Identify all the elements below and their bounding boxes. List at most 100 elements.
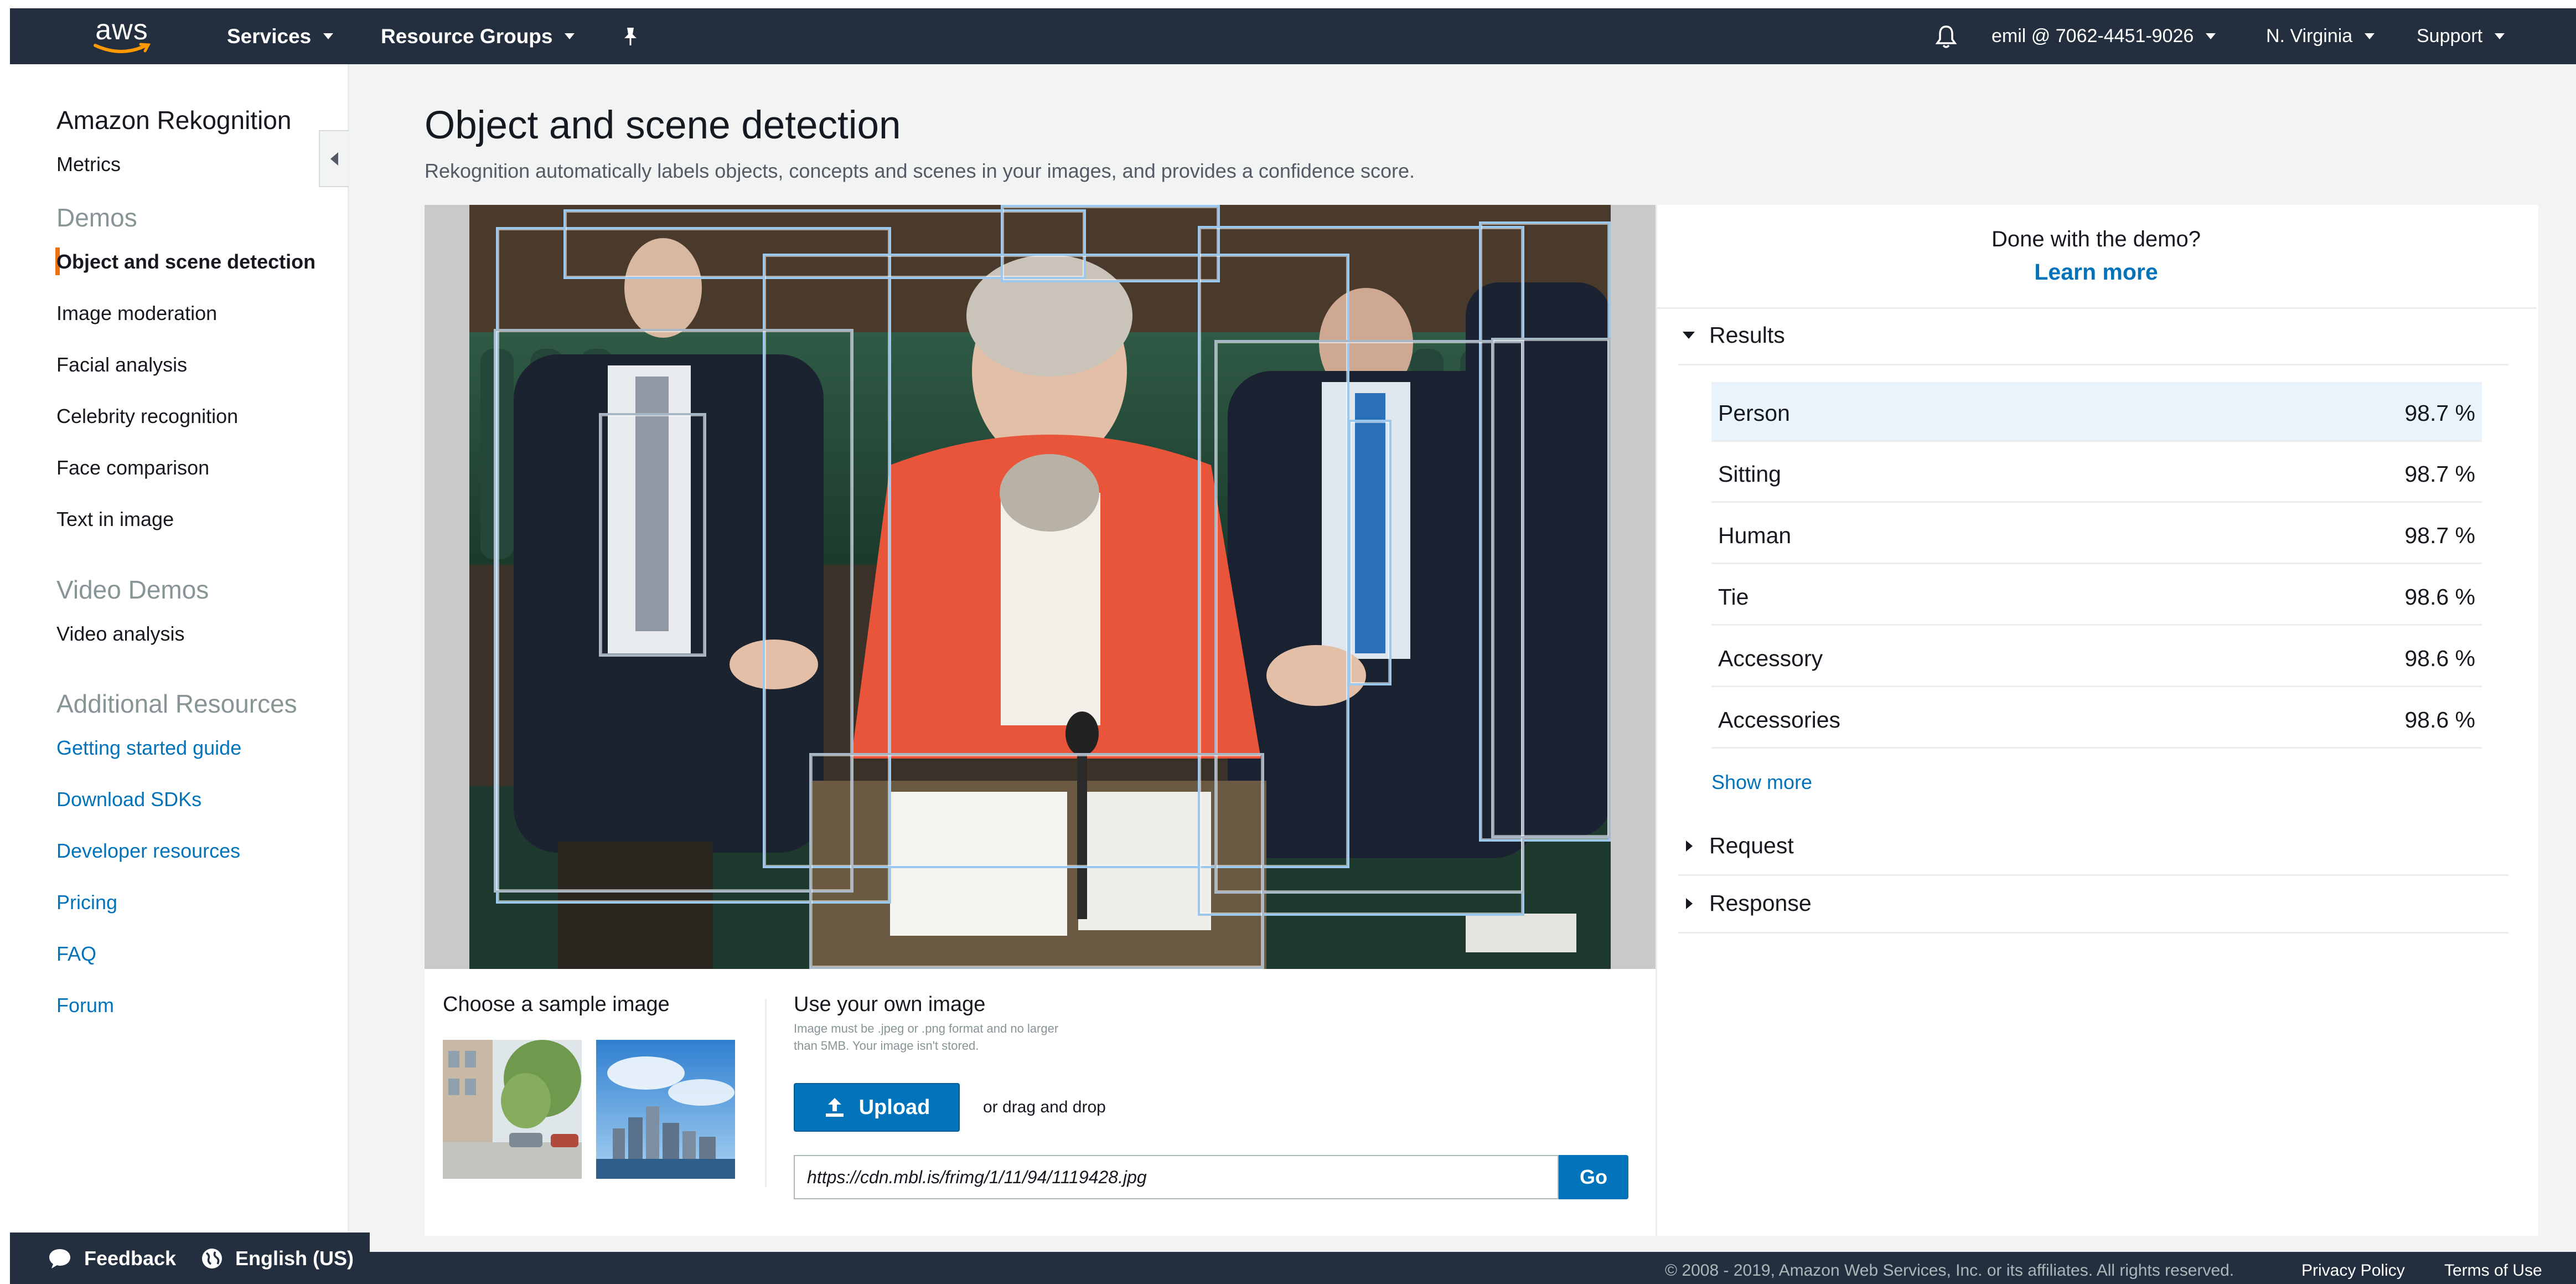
caret-down-icon [1683, 332, 1695, 339]
learn-more-link[interactable]: Learn more [1656, 259, 2537, 285]
bell-icon[interactable] [1935, 8, 1957, 64]
go-button[interactable]: Go [1559, 1155, 1628, 1199]
sidebar-link-faq[interactable]: FAQ [56, 942, 96, 966]
chevron-down-icon [323, 33, 334, 39]
own-image-label: Use your own image [794, 993, 986, 1016]
response-section-toggle[interactable]: Response [1686, 890, 1812, 916]
language-selector[interactable]: English (US) [201, 1233, 354, 1284]
panel-divider [765, 999, 767, 1187]
sample-image-street[interactable] [443, 1040, 582, 1179]
upload-icon [825, 1098, 844, 1117]
support-menu[interactable]: Support [2417, 8, 2505, 64]
sidebar-item-face-comparison[interactable]: Face comparison [56, 456, 209, 479]
result-confidence: 98.7 % [2404, 400, 2475, 426]
result-label: Human [1718, 523, 1792, 548]
chevron-down-icon [2495, 33, 2505, 39]
detection-box-furniture [809, 753, 1264, 969]
chevron-left-icon [330, 152, 338, 166]
footer-bar [370, 1252, 2576, 1284]
analyzed-photo [469, 205, 1611, 969]
sidebar-section-demos: Demos [56, 203, 137, 232]
request-section-toggle[interactable]: Request [1686, 833, 1794, 859]
detection-box-sitting [1491, 338, 1611, 838]
result-label: Sitting [1718, 461, 1781, 487]
results-section-toggle[interactable]: Results [1683, 322, 1785, 348]
divider [1678, 932, 2508, 934]
result-confidence: 98.7 % [2404, 461, 2475, 487]
feedback-bar: Feedback English (US) [10, 1233, 370, 1284]
language-label: English (US) [235, 1246, 354, 1270]
sidebar-item-video-analysis[interactable]: Video analysis [56, 622, 185, 646]
image-url-input[interactable]: https://cdn.mbl.is/frimg/1/11/94/1119428… [794, 1155, 1559, 1199]
sidebar-link-download-sdks[interactable]: Download SDKs [56, 788, 201, 811]
copyright-text: © 2008 - 2019, Amazon Web Services, Inc.… [1665, 1261, 2234, 1280]
collapse-sidebar-button[interactable] [319, 130, 349, 187]
sidebar-item-image-moderation[interactable]: Image moderation [56, 302, 217, 325]
sample-street-picture [443, 1040, 582, 1179]
sidebar-link-getting-started[interactable]: Getting started guide [56, 736, 241, 760]
show-more-link[interactable]: Show more [1711, 771, 1812, 794]
sample-image-label: Choose a sample image [443, 993, 670, 1016]
result-confidence: 98.7 % [2404, 523, 2475, 548]
region-menu-label: N. Virginia [2266, 25, 2353, 47]
upload-button-label: Upload [858, 1095, 930, 1119]
chevron-down-icon [2206, 33, 2216, 39]
drag-drop-text: or drag and drop [983, 1098, 1106, 1116]
detection-box-tie [1348, 420, 1392, 685]
feedback-label: Feedback [84, 1246, 177, 1270]
region-menu[interactable]: N. Virginia [2266, 8, 2375, 64]
aws-logo-text: aws [95, 13, 148, 46]
feedback-button[interactable]: Feedback [48, 1233, 176, 1284]
response-heading: Response [1709, 890, 1812, 916]
sidebar-item-metrics[interactable]: Metrics [56, 153, 121, 176]
resource-groups-menu[interactable]: Resource Groups [381, 8, 575, 64]
page-description: Rekognition automatically labels objects… [425, 159, 1415, 182]
sidebar-link-developer-resources[interactable]: Developer resources [56, 839, 240, 863]
chevron-down-icon [565, 33, 575, 39]
terms-of-use-link[interactable]: Terms of Use [2444, 1261, 2542, 1280]
result-label: Person [1718, 400, 1790, 426]
sample-image-skyline[interactable] [596, 1040, 735, 1179]
result-row-accessories[interactable]: Accessories 98.6 % [1711, 689, 2482, 749]
sidebar-link-forum[interactable]: Forum [56, 994, 114, 1017]
divider [1678, 874, 2508, 876]
sidebar-item-object-scene-detection[interactable]: Object and scene detection [56, 250, 315, 274]
result-row-accessory[interactable]: Accessory 98.6 % [1711, 627, 2482, 687]
sidebar-item-text-in-image[interactable]: Text in image [56, 508, 174, 531]
account-menu[interactable]: emil @ 7062-4451-9026 [1992, 8, 2216, 64]
services-menu-label: Services [227, 24, 312, 48]
resource-groups-menu-label: Resource Groups [381, 24, 553, 48]
result-row-human[interactable]: Human 98.7 % [1711, 504, 2482, 564]
results-heading: Results [1709, 322, 1785, 348]
divider [1657, 307, 2537, 309]
sidebar-section-video-demos: Video Demos [56, 575, 209, 604]
aws-logo[interactable]: aws [93, 8, 151, 64]
divider [1678, 364, 2508, 365]
sidebar-item-facial-analysis[interactable]: Facial analysis [56, 353, 187, 377]
result-row-tie[interactable]: Tie 98.6 % [1711, 566, 2482, 626]
services-menu[interactable]: Services [227, 8, 334, 64]
caret-right-icon [1686, 840, 1693, 852]
sidebar-item-celebrity-recognition[interactable]: Celebrity recognition [56, 405, 238, 428]
aws-smile-icon [94, 43, 151, 53]
sidebar-title[interactable]: Amazon Rekognition [56, 105, 291, 135]
result-label: Tie [1718, 584, 1749, 610]
pin-icon[interactable] [621, 8, 640, 64]
upload-button[interactable]: Upload [794, 1083, 960, 1132]
detection-box-tie [599, 413, 706, 657]
result-label: Accessories [1718, 707, 1841, 733]
caret-right-icon [1686, 898, 1693, 909]
support-menu-label: Support [2417, 25, 2483, 47]
own-image-hint: Image must be .jpeg or .png format and n… [794, 1022, 1059, 1053]
result-confidence: 98.6 % [2404, 584, 2475, 610]
done-with-demo-text: Done with the demo? [1991, 227, 2201, 251]
sidebar-link-pricing[interactable]: Pricing [56, 891, 117, 914]
page-title: Object and scene detection [425, 104, 901, 147]
sample-skyline-picture [596, 1040, 735, 1179]
privacy-policy-link[interactable]: Privacy Policy [2301, 1261, 2405, 1280]
sidebar-section-additional-resources: Additional Resources [56, 689, 297, 718]
top-navigation-bar: aws Services Resource Groups emil @ 7062… [10, 8, 2576, 64]
result-row-person[interactable]: Person 98.7 % [1711, 382, 2482, 442]
result-row-sitting[interactable]: Sitting 98.7 % [1711, 443, 2482, 503]
result-confidence: 98.6 % [2404, 707, 2475, 733]
